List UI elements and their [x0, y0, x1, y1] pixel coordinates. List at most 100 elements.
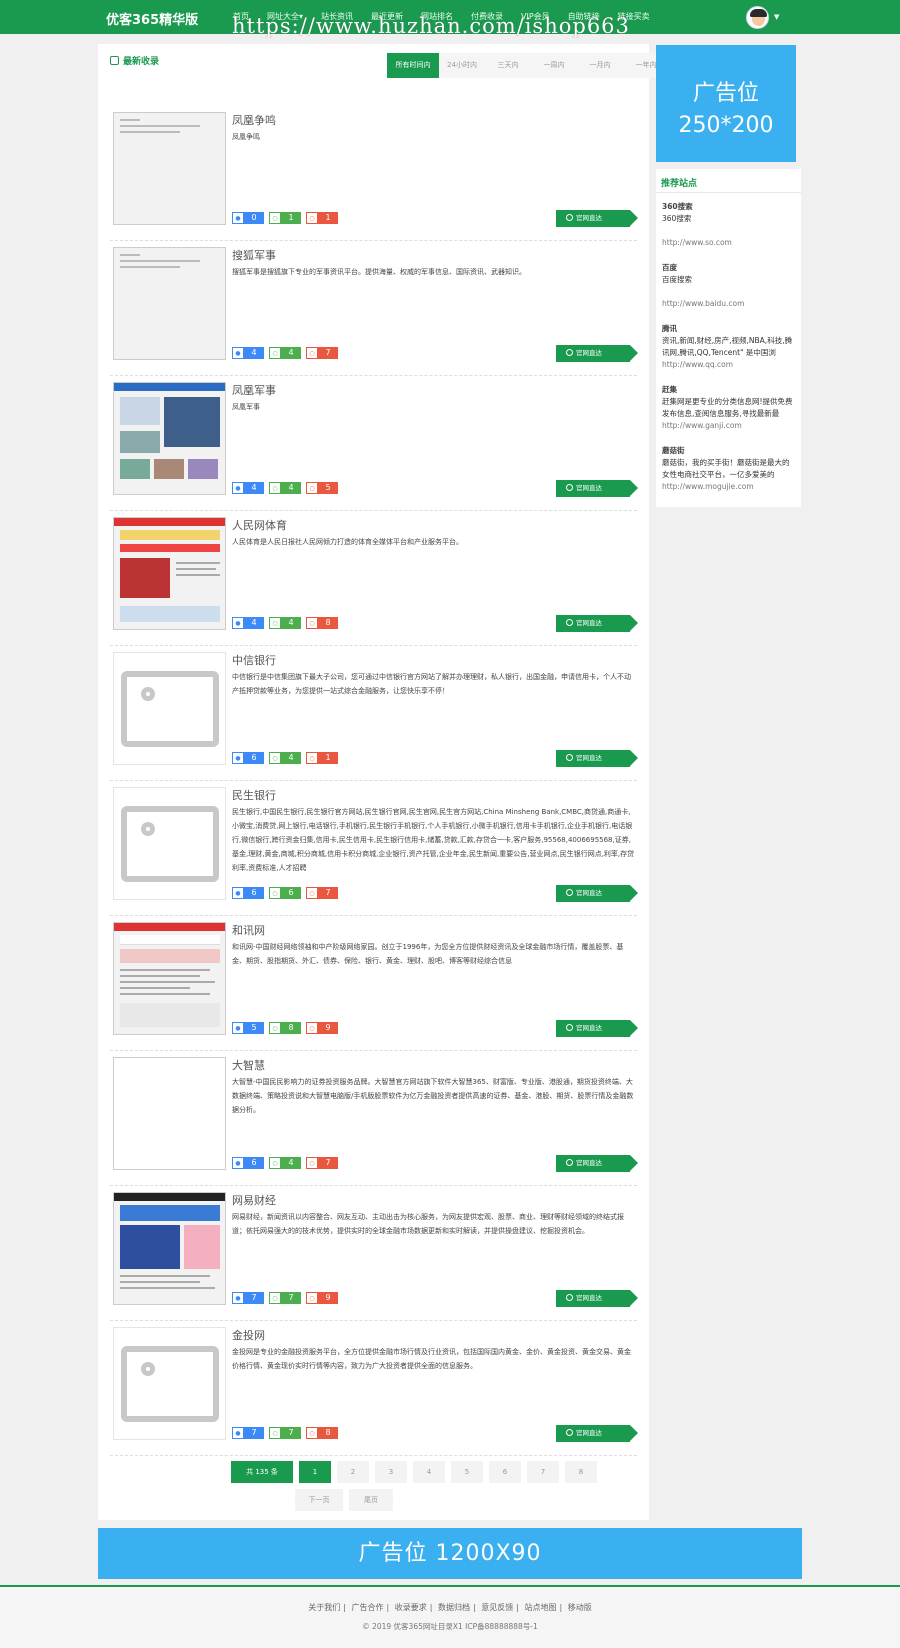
smile-icon: ○ [269, 1157, 281, 1169]
list-item: 大智慧 大智慧-中国民民影响力的证券投资服务品牌。大智慧官方网站旗下软件大智慧3… [110, 1051, 638, 1186]
recommended-site[interactable]: 360搜索 360搜索 http://www.so.com [656, 201, 801, 249]
page-8[interactable]: 8 [565, 1461, 597, 1483]
site-description: 人民体育是人民日报社人民网倾力打造的体育全媒体平台和产业服务平台。 [232, 538, 463, 546]
latest-listings-panel: 最新收录 所有时间内 24小时内 三天内 一周内 一月内 一年内 凤凰争鸣 凤凰… [98, 44, 669, 1520]
stat-like: ○ 7 [269, 1427, 301, 1439]
paw-icon: ● [232, 752, 244, 764]
site-thumbnail[interactable] [113, 382, 226, 495]
page-1[interactable]: 1 [299, 1461, 331, 1483]
image-placeholder-icon[interactable] [113, 652, 226, 765]
site-title[interactable]: 大智慧 [232, 1057, 265, 1073]
tab-all-time[interactable]: 所有时间内 [387, 53, 439, 78]
visit-site-button[interactable]: 官网直达 [556, 1425, 638, 1442]
site-title[interactable]: 搜狐军事 [232, 247, 276, 263]
sidebar-title: 推荐站点 [656, 169, 801, 193]
image-placeholder-icon[interactable] [113, 787, 226, 900]
smile-icon: ○ [269, 617, 281, 629]
paw-icon: ● [232, 347, 244, 359]
page-6[interactable]: 6 [489, 1461, 521, 1483]
site-thumbnail[interactable] [113, 1192, 226, 1305]
stat-baidu: ● 4 [232, 617, 264, 629]
visit-site-button[interactable]: 官网直达 [556, 750, 638, 767]
tab-3days[interactable]: 三天内 [485, 53, 531, 78]
chevron-down-icon[interactable]: ▼ [774, 13, 779, 21]
site-title[interactable]: 民生银行 [232, 787, 276, 803]
site-stats: ● 4 ○ 4 ○ 5 [232, 482, 338, 494]
stat-dislike: ○ 9 [306, 1022, 338, 1034]
footer-link-mobile[interactable]: 移动版 [568, 1603, 592, 1612]
stat-like: ○ 6 [269, 887, 301, 899]
stat-baidu: ● 6 [232, 887, 264, 899]
footer-link-ads[interactable]: 广告合作 [352, 1603, 384, 1612]
site-thumbnail[interactable] [113, 112, 226, 225]
smile-icon: ○ [269, 212, 281, 224]
recommended-site[interactable]: 百度 百度搜索 http://www.baidu.com [656, 262, 801, 310]
footer-link-archive[interactable]: 数据归档 [438, 1603, 470, 1612]
visit-site-button[interactable]: 官网直达 [556, 480, 638, 497]
visit-site-button[interactable]: 官网直达 [556, 210, 638, 227]
site-thumbnail[interactable] [113, 247, 226, 360]
stat-dislike: ○ 1 [306, 212, 338, 224]
footer-link-about[interactable]: 关于我们 [308, 1603, 340, 1612]
recommended-site[interactable]: 腾讯 资讯,新闻,财经,房产,视频,NBA,科技,腾讯网,腾讯,QQ,Tence… [656, 323, 801, 371]
stat-like: ○ 4 [269, 1157, 301, 1169]
site-title[interactable]: 金投网 [232, 1327, 265, 1343]
list-item: 凤凰军事 凤凰军事 ● 4 ○ 4 ○ 5 官网直达 [110, 376, 638, 511]
list-item: 凤凰争鸣 凤凰争鸣 ● 0 ○ 1 ○ 1 官网直达 [110, 106, 638, 241]
smile-icon: ○ [269, 1427, 281, 1439]
smile-icon: ○ [269, 1022, 281, 1034]
site-thumbnail[interactable] [113, 1057, 226, 1170]
recommended-site[interactable]: 赶集 赶集网是更专业的分类信息网!提供免费发布信息,查阅信息服务,寻找最新最 h… [656, 384, 801, 432]
user-avatar[interactable] [746, 6, 769, 29]
site-title[interactable]: 人民网体育 [232, 517, 287, 533]
stat-baidu: ● 4 [232, 482, 264, 494]
frown-icon: ○ [306, 617, 318, 629]
site-stats: ● 4 ○ 4 ○ 7 [232, 347, 338, 359]
frown-icon: ○ [306, 347, 318, 359]
site-title[interactable]: 网易财经 [232, 1192, 276, 1208]
footer-link-feedback[interactable]: 意见反馈 [481, 1603, 513, 1612]
stat-like: ○ 4 [269, 617, 301, 629]
visit-site-button[interactable]: 官网直达 [556, 885, 638, 902]
visit-site-button[interactable]: 官网直达 [556, 1155, 638, 1172]
watermark: https://www.huzhan.com/ishop663 [232, 14, 630, 38]
stat-baidu: ● 6 [232, 1157, 264, 1169]
footer-link-sitemap[interactable]: 站点地图 [525, 1603, 557, 1612]
tab-week[interactable]: 一周内 [531, 53, 577, 78]
smile-icon: ○ [269, 347, 281, 359]
page-4[interactable]: 4 [413, 1461, 445, 1483]
last-page-button[interactable]: 尾页 [349, 1489, 393, 1511]
smile-icon: ○ [269, 482, 281, 494]
visit-site-button[interactable]: 官网直达 [556, 345, 638, 362]
visit-site-button[interactable]: 官网直达 [556, 1290, 638, 1307]
stat-baidu: ● 4 [232, 347, 264, 359]
tab-24h[interactable]: 24小时内 [439, 53, 485, 78]
visit-site-button[interactable]: 官网直达 [556, 615, 638, 632]
page-7[interactable]: 7 [527, 1461, 559, 1483]
recommended-site[interactable]: 蘑菇街 蘑菇街，我的买手街！蘑菇街是最大的女性电商社交平台，一亿多爱美的 htt… [656, 445, 801, 493]
side-ad-banner[interactable]: 广告位 250*200 [656, 45, 796, 162]
globe-icon [566, 889, 573, 896]
site-title[interactable]: 凤凰争鸣 [232, 112, 276, 128]
tab-month[interactable]: 一月内 [577, 53, 623, 78]
site-description: 大智慧-中国民民影响力的证券投资服务品牌。大智慧官方网站旗下软件大智慧365、财… [232, 1078, 634, 1114]
site-title[interactable]: 凤凰军事 [232, 382, 276, 398]
site-thumbnail[interactable] [113, 517, 226, 630]
bottom-ad-banner[interactable]: 广告位 1200X90 [98, 1528, 802, 1579]
footer-link-requirements[interactable]: 收录要求 [395, 1603, 427, 1612]
page-2[interactable]: 2 [337, 1461, 369, 1483]
next-page-button[interactable]: 下一页 [295, 1489, 343, 1511]
site-title[interactable]: 中信银行 [232, 652, 276, 668]
stat-dislike: ○ 7 [306, 887, 338, 899]
paw-icon: ● [232, 482, 244, 494]
list-item: 搜狐军事 搜狐军事是搜狐旗下专业的军事资讯平台。提供海量、权威的军事信息、国际资… [110, 241, 638, 376]
page-3[interactable]: 3 [375, 1461, 407, 1483]
site-logo[interactable]: 优客365精华版 [106, 9, 198, 28]
image-placeholder-icon[interactable] [113, 1327, 226, 1440]
visit-site-button[interactable]: 官网直达 [556, 1020, 638, 1037]
site-title[interactable]: 和讯网 [232, 922, 265, 938]
site-stats: ● 5 ○ 8 ○ 9 [232, 1022, 338, 1034]
smile-icon: ○ [269, 752, 281, 764]
site-thumbnail[interactable] [113, 922, 226, 1035]
page-5[interactable]: 5 [451, 1461, 483, 1483]
